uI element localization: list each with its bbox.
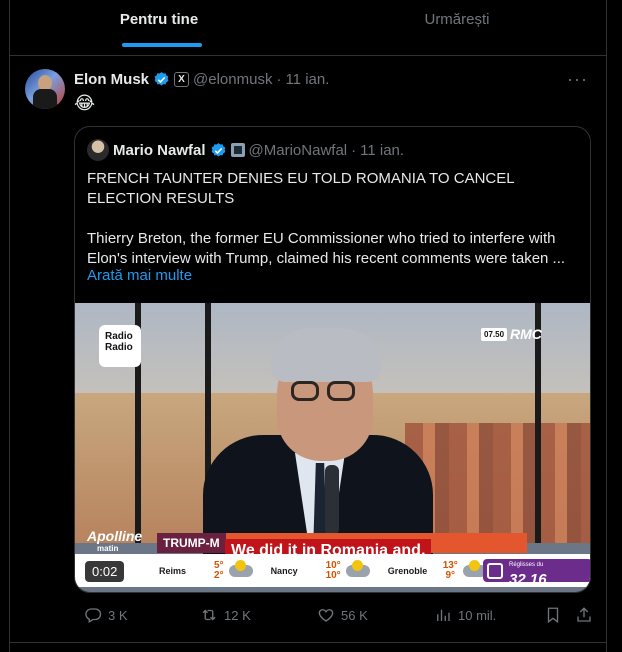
speaker-glasses xyxy=(291,381,359,401)
reply-count: 3 K xyxy=(108,607,128,623)
weather-temps: 13° 9° xyxy=(443,560,458,581)
quote-author-handle[interactable]: @MarioNawfal xyxy=(249,142,348,159)
rmc-logo-text: RMC xyxy=(510,326,542,342)
weather-city: Nancy xyxy=(270,565,298,576)
weather-city: Reims xyxy=(159,565,187,576)
weather-temps: 10° 10° xyxy=(325,560,341,581)
quote-avatar[interactable] xyxy=(87,139,109,161)
tab-following[interactable]: Urmărești xyxy=(308,0,606,55)
promo-text: Réglisses du xyxy=(509,561,544,568)
heart-icon xyxy=(318,609,334,622)
weather-low: 10° xyxy=(325,569,341,581)
post-text: 😂 xyxy=(74,93,96,113)
share-button[interactable] xyxy=(575,606,593,624)
avatar-body xyxy=(33,89,57,109)
avatar[interactable] xyxy=(25,69,65,109)
show-name: Apolline xyxy=(87,528,143,544)
promo-content: Réglisses du 32 16 xyxy=(509,553,547,589)
tab-following-label: Urmărești xyxy=(424,11,490,28)
show-logo: Apolline matin xyxy=(87,528,142,553)
speaker-hair xyxy=(271,328,381,382)
post-header: Elon Musk X @elonmusk · 11 ian. xyxy=(74,69,329,89)
rmc-logo: 07.50 RMC xyxy=(481,323,542,345)
views-chart-icon xyxy=(437,609,450,621)
post-date[interactable]: 11 ian. xyxy=(285,71,329,88)
post[interactable]: Elon Musk X @elonmusk · 11 ian. ··· 😂 Ma… xyxy=(10,57,606,652)
video-player[interactable]: Radio Radio 07.50 RMC TRUMP-M Apolline m… xyxy=(75,303,590,592)
weather-low: 2° xyxy=(214,569,224,581)
quote-verified-badge-icon xyxy=(211,142,225,157)
bookmark-button[interactable] xyxy=(544,606,562,624)
radio-channel-logo: Radio Radio xyxy=(99,325,141,367)
more-options-icon[interactable]: ··· xyxy=(567,69,588,90)
x-affiliation-icon: X xyxy=(174,71,190,87)
timeline-column: Pentru tine Urmărești Elon Musk X @elonm… xyxy=(9,0,607,652)
show-sub: matin xyxy=(97,544,119,553)
repost-button[interactable]: 12 K xyxy=(200,606,251,624)
like-count: 56 K xyxy=(341,607,368,623)
quote-body: Thierry Breton, the former EU Commission… xyxy=(87,230,566,267)
calendar-icon xyxy=(487,562,503,579)
timeline-tabs: Pentru tine Urmărești xyxy=(10,0,606,56)
author-handle[interactable]: @elonmusk xyxy=(193,71,272,88)
tab-for-you[interactable]: Pentru tine xyxy=(10,0,308,55)
quote-date-separator: · xyxy=(351,141,357,159)
promo-hours: 32 16 xyxy=(509,570,547,588)
microphone xyxy=(325,465,339,535)
post-actions: 3 K 12 K 56 K 10 mil. xyxy=(74,603,591,627)
rmc-clock: 07.50 xyxy=(481,327,508,341)
date-separator: · xyxy=(276,70,282,88)
reply-button[interactable]: 3 K xyxy=(84,606,128,624)
reply-icon xyxy=(85,608,102,623)
lower-third-label: TRUMP-M xyxy=(157,533,226,553)
weather-sun-cloud-icon xyxy=(345,559,370,577)
quote-header: Mario Nawfal @MarioNawfal · 11 ian. xyxy=(87,139,404,161)
repost-icon xyxy=(202,609,216,621)
affiliation-badge-icon xyxy=(230,143,245,157)
bookmark-icon xyxy=(547,607,559,624)
quote-date[interactable]: 11 ian. xyxy=(360,142,404,159)
active-tab-indicator xyxy=(122,43,202,47)
like-button[interactable]: 56 K xyxy=(317,606,368,624)
post-divider xyxy=(10,642,606,643)
video-time-badge: 0:02 xyxy=(85,561,125,582)
quoted-post[interactable]: Mario Nawfal @MarioNawfal · 11 ian. FREN… xyxy=(74,126,591,593)
verified-badge-icon xyxy=(154,71,169,86)
weather-item: Nancy 10° 10° xyxy=(270,559,370,581)
weather-city: Grenoble xyxy=(387,565,428,576)
tab-for-you-label: Pentru tine xyxy=(119,11,199,28)
weather-sun-cloud-icon xyxy=(228,559,253,577)
quote-headline: FRENCH TAUNTER DENIES EU TOLD ROMANIA TO… xyxy=(87,170,519,207)
repost-count: 12 K xyxy=(224,607,251,623)
author-name[interactable]: Elon Musk xyxy=(74,71,149,88)
views-button[interactable]: 10 mil. xyxy=(434,606,496,624)
share-icon xyxy=(577,607,591,622)
weather-item: Reims 5° 2° xyxy=(159,559,253,581)
weather-item: Grenoble 13° 9° xyxy=(387,559,487,581)
weather-low: 9° xyxy=(445,569,456,581)
view-count: 10 mil. xyxy=(458,607,497,623)
promo-badge: Réglisses du 32 16 xyxy=(483,559,590,588)
quote-author-name[interactable]: Mario Nawfal xyxy=(113,142,206,159)
weather-temps: 5° 2° xyxy=(214,560,224,581)
show-more-link[interactable]: Arată mai multe xyxy=(87,267,192,284)
